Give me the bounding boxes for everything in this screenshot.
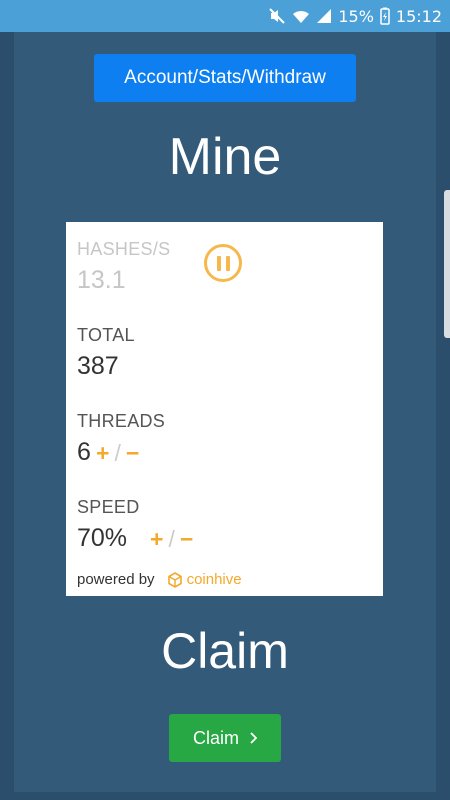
battery-charging-icon [380,7,390,25]
threads-plus-button[interactable]: + [96,440,109,466]
battery-percent: 15% [338,6,374,26]
chevron-right-icon [249,728,258,749]
total-value: 387 [77,352,119,380]
pause-icon-bar [225,255,230,271]
total-label: TOTAL [77,325,135,345]
speed-value: 70% [77,524,128,552]
miner-widget: HASHES/S 13.1 TOTAL 387 THREADS 6 + / − … [66,222,383,596]
coinhive-cube-icon [167,571,183,588]
frame-bottom [0,792,450,800]
powered-by[interactable]: powered by coinhive [77,571,242,588]
speed-label: SPEED [77,497,140,517]
threads-controls: + / − [96,440,139,466]
mine-title: Mine [168,128,282,186]
hashes-label: HASHES/S [77,239,171,259]
scroll-handle[interactable] [444,190,450,338]
mute-icon [268,7,286,25]
speed-controls: + / − [150,526,193,552]
pause-icon [216,255,221,271]
speed-minus-button[interactable]: − [180,526,193,552]
threads-value: 6 [77,438,91,466]
threads-separator: / [114,440,121,466]
wifi-icon [292,8,310,24]
hashes-value: 13.1 [77,266,126,294]
status-bar: 15% 15:12 [0,0,450,32]
claim-button-label: Claim [192,727,239,748]
threads-minus-button[interactable]: − [126,440,139,466]
clock: 15:12 [395,6,442,26]
pause-button[interactable] [204,244,242,282]
signal-icon [316,8,332,24]
account-stats-withdraw-label: Account/Stats/Withdraw [124,67,326,88]
claim-button[interactable]: Claim [169,714,281,762]
threads-label: THREADS [77,411,166,431]
coinhive-brand: coinhive [186,571,242,588]
powered-by-label: powered by [77,571,155,588]
account-stats-withdraw-button[interactable]: Account/Stats/Withdraw [94,54,356,102]
speed-plus-button[interactable]: + [150,526,163,552]
claim-title: Claim [161,623,289,679]
speed-separator: / [168,526,175,552]
